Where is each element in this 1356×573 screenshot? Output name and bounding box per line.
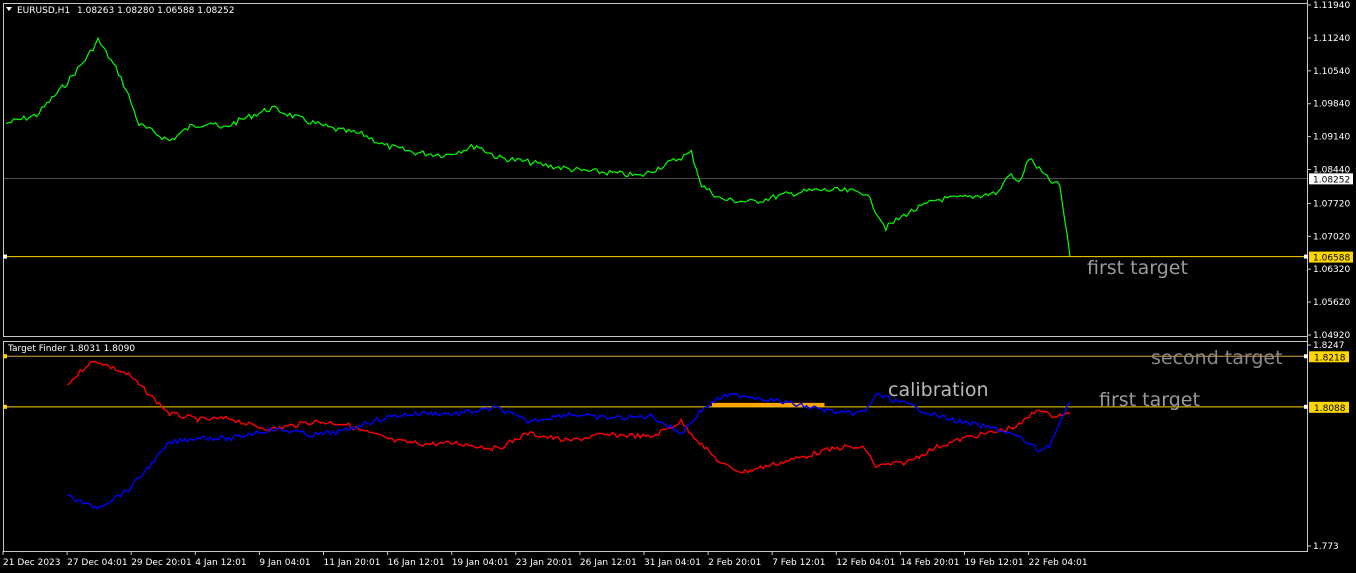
- x-tick-label: 26 Jan 12:01: [580, 558, 637, 568]
- y-tick-label: 1.10540: [1313, 67, 1350, 77]
- level-label: 1.8088: [1314, 404, 1346, 414]
- x-tick-label: 7 Feb 12:01: [772, 558, 825, 568]
- second-target-annotation: second target: [1151, 347, 1283, 369]
- x-tick-label: 23 Jan 20:01: [516, 558, 573, 568]
- level-handle-right[interactable]: [1304, 354, 1308, 359]
- price-label: 1.08252: [1313, 175, 1350, 185]
- calibration-annotation: calibration: [888, 379, 989, 401]
- level-handle-left[interactable]: [3, 354, 7, 359]
- level-handle-left[interactable]: [3, 404, 7, 409]
- price-panel-frame: [3, 3, 1308, 337]
- x-tick-label: 2 Feb 20:01: [708, 558, 761, 568]
- y-tick-label: 1.06320: [1313, 265, 1350, 275]
- ohlc-label: 1.08263 1.08280 1.06588 1.08252: [77, 6, 234, 16]
- first-target-annotation-price: first target: [1087, 257, 1188, 279]
- indicator-label: Target Finder 1.8031 1.8090: [7, 344, 135, 354]
- x-tick-label: 29 Dec 20:01: [131, 558, 192, 568]
- x-tick-label: 14 Feb 20:01: [900, 558, 959, 568]
- indicator-panel-frame: [3, 341, 1308, 552]
- first-target-annotation-indicator: first target: [1099, 389, 1200, 411]
- collapse-triangle-icon[interactable]: [6, 7, 12, 11]
- x-tick-label: 21 Dec 2023: [3, 558, 61, 568]
- y-tick-label: 1.05620: [1313, 298, 1350, 308]
- chart-canvas: 1.119401.112401.105401.098401.091401.084…: [2, 0, 1353, 568]
- y-tick-label: 1.11940: [1313, 1, 1350, 11]
- y-tick-label: 1.07020: [1313, 232, 1350, 242]
- x-tick-label: 31 Jan 04:01: [644, 558, 701, 568]
- x-tick-label: 4 Jan 12:01: [195, 558, 246, 568]
- x-tick-label: 16 Jan 12:01: [388, 558, 445, 568]
- level-handle-right[interactable]: [1304, 254, 1308, 259]
- x-tick-label: 19 Feb 12:01: [965, 558, 1024, 568]
- x-tick-label: 9 Jan 04:01: [259, 558, 310, 568]
- symbol-label: EURUSD,H1: [17, 6, 70, 16]
- y-tick-label: 1.11240: [1313, 34, 1350, 44]
- price-label: 1.06588: [1313, 254, 1350, 264]
- y-tick-label: 1.04920: [1313, 331, 1350, 341]
- level-handle-right[interactable]: [1304, 404, 1308, 409]
- y-tick-label: 1.773: [1313, 542, 1339, 552]
- level-handle-left[interactable]: [3, 254, 7, 259]
- x-tick-label: 22 Feb 04:01: [1029, 558, 1088, 568]
- y-tick-label: 1.8247: [1313, 341, 1345, 351]
- price-series-line: [5, 36, 1071, 257]
- x-tick-label: 11 Jan 20:01: [324, 558, 381, 568]
- y-tick-label: 1.09140: [1313, 133, 1350, 143]
- x-tick-label: 27 Dec 04:01: [67, 558, 128, 568]
- blue-series-line: [67, 392, 1071, 510]
- level-label: 1.8218: [1314, 353, 1346, 363]
- y-tick-label: 1.07720: [1313, 199, 1350, 209]
- x-tick-label: 12 Feb 04:01: [836, 558, 895, 568]
- y-tick-label: 1.09840: [1313, 100, 1350, 110]
- x-tick-label: 19 Jan 04:01: [452, 558, 509, 568]
